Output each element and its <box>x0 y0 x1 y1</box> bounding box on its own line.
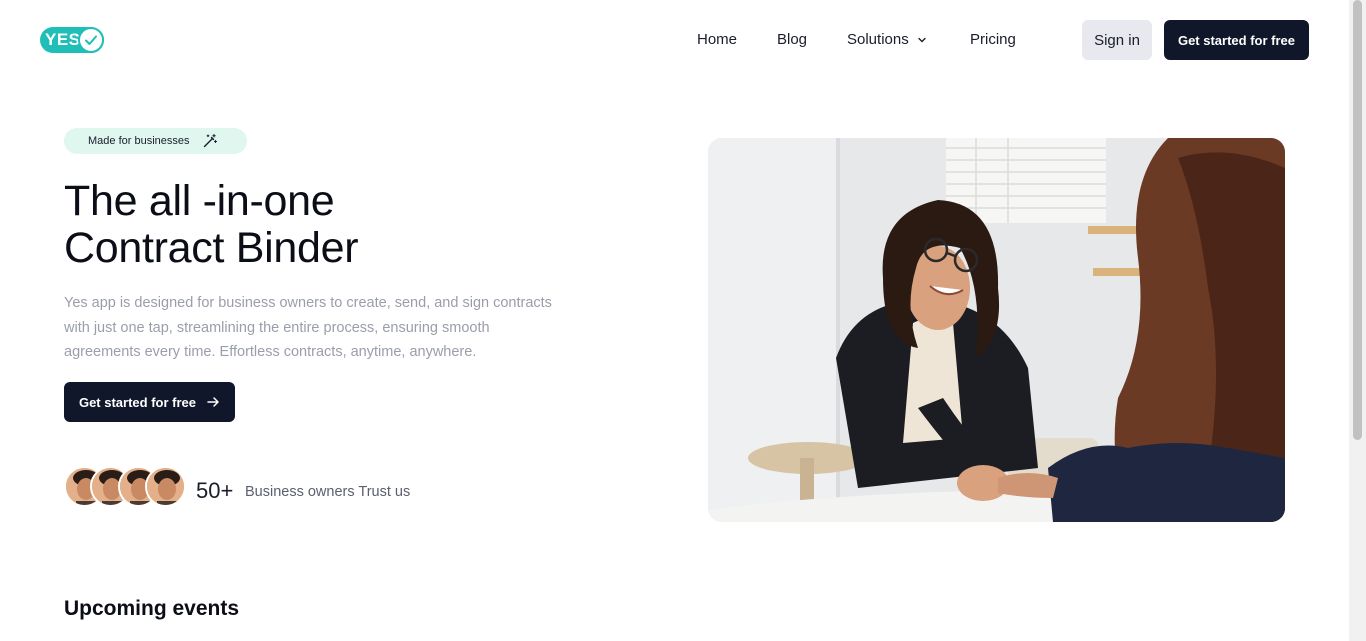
trust-count: 50+ <box>196 478 234 503</box>
magic-wand-icon <box>203 133 217 148</box>
nav-blog[interactable]: Blog <box>777 31 807 48</box>
check-icon <box>78 27 104 53</box>
header-get-started-button[interactable]: Get started for free <box>1164 20 1309 60</box>
logo-text: YES <box>45 30 81 49</box>
arrow-right-icon <box>207 397 219 407</box>
upcoming-events-heading: Upcoming events <box>64 597 240 620</box>
hero-title-line-1: The all -in-one <box>64 177 335 225</box>
trust-text: Business owners Trust us <box>245 484 411 500</box>
nav-solutions-label: Solutions <box>847 31 909 48</box>
avatar-group <box>64 466 188 508</box>
scrollbar-thumb[interactable] <box>1353 0 1362 440</box>
hero-photo <box>708 138 1285 522</box>
nav-pricing[interactable]: Pricing <box>970 31 1016 48</box>
logo[interactable]: YES <box>40 27 104 53</box>
hero-title: The all -in-one Contract Binder <box>64 177 359 272</box>
hero-description: Yes app is designed for business owners … <box>64 295 552 360</box>
hero-title-line-2: Contract Binder <box>64 224 359 272</box>
page-scrollbar[interactable] <box>1349 0 1366 641</box>
sign-in-button[interactable]: Sign in <box>1082 20 1152 60</box>
hero-get-started-button[interactable]: Get started for free <box>64 382 235 422</box>
nav-home[interactable]: Home <box>697 31 737 48</box>
hero-cta-label: Get started for free <box>78 394 197 410</box>
chevron-down-icon <box>918 37 926 42</box>
made-for-businesses-badge: Made for businesses <box>64 128 247 154</box>
badge-label: Made for businesses <box>88 135 190 147</box>
avatar <box>145 466 186 507</box>
nav-solutions[interactable]: Solutions <box>847 31 927 48</box>
